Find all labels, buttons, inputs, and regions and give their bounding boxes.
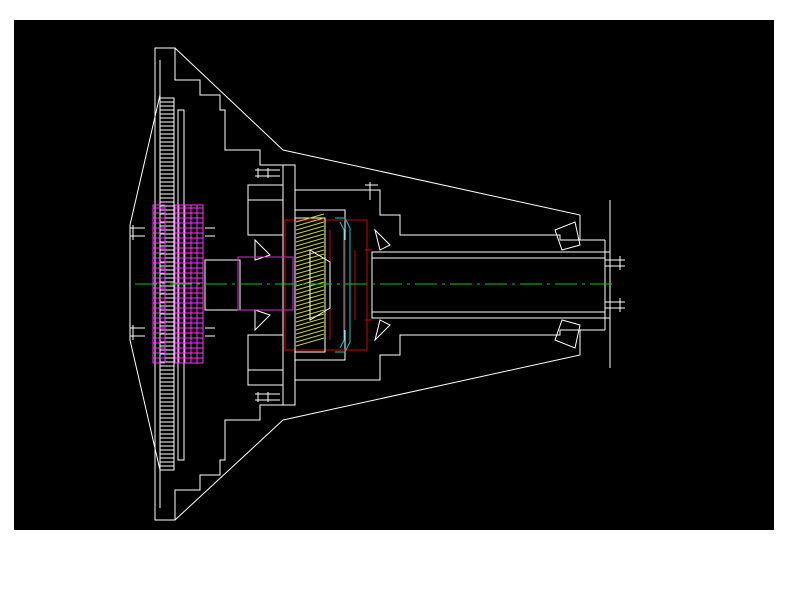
gear-tooth-line [295,237,325,247]
cad-viewport[interactable] [14,20,774,530]
gear-tooth-line [295,325,325,335]
bolt-bottom [255,392,280,402]
output-shaft [371,251,611,319]
hub-block-top [247,184,284,236]
gear-tooth-line [295,229,325,239]
gear-tooth-line [295,337,325,347]
gear-tooth-line [295,333,325,343]
bolt-left-upper [130,225,145,240]
gear-tooth-line [295,329,325,339]
gear-tooth-line [295,217,325,227]
bearing-right-bottom [374,319,391,342]
bolt-top [255,168,280,178]
gearbox-cross-section [129,47,625,521]
gear-tooth-line [295,321,325,331]
hub-block-bottom [247,334,284,386]
bearing-right-top [374,228,391,251]
bolt-left-lower [130,325,145,340]
gear-tooth-line [295,233,325,243]
splined-hub [204,259,241,311]
bevel-gear [294,213,331,353]
gear-tooth-line [295,225,325,235]
gear-tooth-line [295,221,325,231]
clutch-ring [335,217,351,353]
gear-tooth-line [295,241,325,251]
housing [129,47,625,521]
